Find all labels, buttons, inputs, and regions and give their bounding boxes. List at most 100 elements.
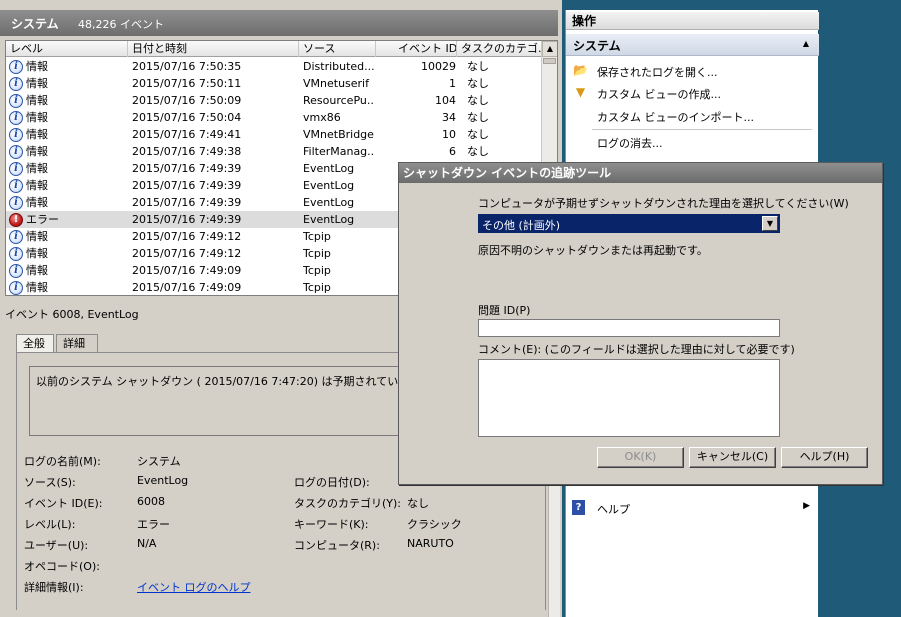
problem-id-label: 問題 ID(P)	[478, 304, 531, 317]
row-date: 2015/07/16 7:49:38	[132, 145, 242, 158]
info-icon: i	[9, 94, 23, 108]
comment-textarea[interactable]	[478, 359, 780, 437]
row-date: 2015/07/16 7:49:39	[132, 213, 242, 226]
event-message[interactable]: 以前のシステム シャットダウン ( 2015/07/16 7:47:20) は予…	[29, 366, 409, 436]
level-label: レベル(L):	[24, 518, 76, 531]
column-header-source[interactable]: ソース	[299, 41, 376, 57]
row-source: Tcpip	[303, 230, 331, 243]
event-id-value: 6008	[137, 495, 165, 508]
action-label: カスタム ビューのインポート...	[597, 111, 754, 124]
column-header-level[interactable]: レベル	[6, 41, 128, 57]
row-date: 2015/07/16 7:49:39	[132, 196, 242, 209]
row-level: 情報	[26, 281, 48, 294]
row-source: ResourcePu...	[303, 94, 375, 107]
row-level: 情報	[26, 179, 48, 192]
task-category-value: なし	[407, 497, 429, 510]
cancel-button[interactable]: キャンセル(C)	[689, 447, 776, 468]
row-task: なし	[467, 128, 489, 141]
dialog-title: シャットダウン イベントの追跡ツール	[399, 163, 882, 183]
row-task: なし	[467, 60, 489, 73]
scroll-up-button[interactable]: ▲	[542, 41, 557, 57]
actions-section-system[interactable]: システム ▲	[566, 34, 819, 56]
row-task: なし	[467, 77, 489, 90]
row-level: 情報	[26, 162, 48, 175]
row-date: 2015/07/16 7:49:39	[132, 179, 242, 192]
reason-selected-value: その他 (計画外)	[482, 219, 561, 232]
column-header-event-id[interactable]: イベント ID	[376, 41, 457, 57]
computer-value: NARUTO	[407, 537, 454, 550]
row-level: 情報	[26, 196, 48, 209]
row-level: エラー	[26, 213, 59, 226]
row-event-id: 10029	[421, 60, 456, 73]
row-source: EventLog	[303, 162, 355, 175]
scroll-thumb[interactable]	[543, 58, 556, 64]
row-level: 情報	[26, 128, 48, 141]
info-icon: i	[9, 230, 23, 244]
chevron-down-icon[interactable]: ▼	[762, 216, 778, 231]
grid-header: レベル 日付と時刻 ソース イベント ID タスクのカテゴ...	[6, 41, 542, 57]
action-label: カスタム ビューの作成...	[597, 88, 721, 101]
reason-prompt: コンピュータが予期せずシャットダウンされた理由を選択してください(W)	[478, 197, 849, 210]
task-category-label: タスクのカテゴリ(Y):	[294, 497, 402, 510]
row-source: Distributed...	[303, 60, 375, 73]
row-task: なし	[467, 145, 489, 158]
row-source: EventLog	[303, 196, 355, 209]
info-icon: i	[9, 196, 23, 210]
keyword-label: キーワード(K):	[294, 518, 369, 531]
tab-general[interactable]: 全般	[16, 334, 54, 354]
event-row[interactable]: i 情報 2015/07/16 7:50:09 ResourcePu... 104 なし	[6, 92, 542, 109]
reason-dropdown[interactable]: その他 (計画外) ▼	[478, 214, 780, 233]
action-help[interactable]: ? ヘルプ ▶	[566, 497, 819, 519]
column-header-task[interactable]: タスクのカテゴ...	[457, 41, 542, 57]
info-icon: i	[9, 128, 23, 142]
collapse-icon[interactable]: ▲	[803, 39, 809, 48]
keyword-value: クラシック	[407, 518, 462, 531]
row-level: 情報	[26, 77, 48, 90]
row-event-id: 1	[449, 77, 456, 90]
event-row[interactable]: i 情報 2015/07/16 7:50:35 Distributed... 10029…	[6, 58, 542, 75]
row-date: 2015/07/16 7:50:04	[132, 111, 242, 124]
action-create-custom-view[interactable]: ▼ カスタム ビューの作成...	[566, 82, 819, 104]
help-button[interactable]: ヘルプ(H)	[781, 447, 868, 468]
row-event-id: 34	[442, 111, 456, 124]
event-row[interactable]: i 情報 2015/07/16 7:50:04 vmx86 34 なし	[6, 109, 542, 126]
event-row[interactable]: i 情報 2015/07/16 7:49:41 VMnetBridge 10 なし	[6, 126, 542, 143]
row-date: 2015/07/16 7:50:09	[132, 94, 242, 107]
row-source: VMnetuserif	[303, 77, 369, 90]
action-open-saved-log[interactable]: 📂 保存されたログを開く...	[566, 60, 819, 82]
action-import-custom-view[interactable]: カスタム ビューのインポート...	[566, 105, 819, 127]
log-header: システム 48,226 イベント	[0, 10, 558, 36]
row-task: なし	[467, 111, 489, 124]
info-icon: i	[9, 179, 23, 193]
row-date: 2015/07/16 7:50:35	[132, 60, 242, 73]
row-level: 情報	[26, 247, 48, 260]
row-date: 2015/07/16 7:49:12	[132, 247, 242, 260]
help-icon: ?	[572, 500, 585, 515]
user-value: N/A	[137, 537, 157, 550]
row-event-id: 6	[449, 145, 456, 158]
tab-details[interactable]: 詳細	[56, 334, 98, 353]
row-date: 2015/07/16 7:49:09	[132, 264, 242, 277]
row-date: 2015/07/16 7:49:12	[132, 230, 242, 243]
log-name-value: システム	[137, 455, 181, 468]
event-log-help-link[interactable]: イベント ログのヘルプ	[137, 579, 251, 595]
event-row[interactable]: i 情報 2015/07/16 7:50:11 VMnetuserif 1 なし	[6, 75, 542, 92]
info-icon: i	[9, 77, 23, 91]
event-count: 48,226 イベント	[78, 18, 164, 31]
row-date: 2015/07/16 7:49:41	[132, 128, 242, 141]
action-clear-log[interactable]: ログの消去...	[566, 131, 819, 153]
filter-icon: ▼	[575, 85, 586, 99]
reason-description: 原因不明のシャットダウンまたは再起動です。	[478, 244, 708, 257]
row-source: vmx86	[303, 111, 341, 124]
open-folder-icon: 📂	[573, 63, 588, 77]
row-level: 情報	[26, 230, 48, 243]
clear-log-icon	[573, 134, 588, 149]
problem-id-input[interactable]	[478, 319, 780, 337]
chevron-right-icon: ▶	[803, 501, 810, 511]
row-source: EventLog	[303, 179, 355, 192]
ok-button[interactable]: OK(K)	[597, 447, 684, 468]
event-row[interactable]: i 情報 2015/07/16 7:49:38 FilterManag... 6 なし	[6, 143, 542, 160]
column-header-date[interactable]: 日付と時刻	[128, 41, 299, 57]
info-icon: i	[9, 281, 23, 295]
actions-separator	[592, 129, 812, 130]
